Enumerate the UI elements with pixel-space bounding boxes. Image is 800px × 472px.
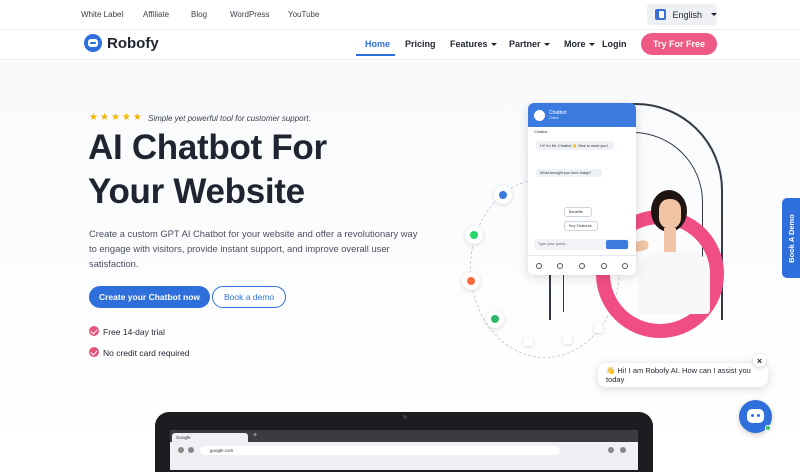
nav-item-partner[interactable]: Partner — [509, 39, 550, 49]
send-icon — [606, 240, 628, 249]
more-icon — [622, 262, 629, 269]
chat-greeting-popup[interactable]: 👋 Hi! I am Robofy AI. How can I assist y… — [598, 363, 768, 387]
chevron-down-icon — [490, 43, 497, 47]
gmail-icon — [524, 337, 533, 346]
chat-message-greeting: Hi! I'm Mr. Chatbot 👋 Nice to meet you! — [536, 141, 614, 150]
close-icon[interactable]: × — [753, 354, 766, 367]
book-a-demo-side-tab[interactable]: Book A Demo — [782, 198, 800, 278]
create-chatbot-button[interactable]: Create your Chatbot now — [89, 286, 210, 308]
feature-free-trial: Free 14-day trial — [103, 327, 165, 337]
robot-icon — [747, 409, 764, 423]
back-icon — [178, 447, 184, 453]
message-icon — [557, 262, 564, 269]
top-link-blog[interactable]: Blog — [191, 10, 207, 19]
robot-logo-icon — [84, 34, 102, 52]
chat-option-benefits: Benefits — [564, 207, 592, 217]
online-status-dot — [765, 425, 771, 431]
new-tab-icon: + — [253, 432, 258, 439]
chat-channel-icon — [494, 186, 512, 204]
woman-face — [659, 199, 681, 229]
extension-icon — [608, 447, 614, 453]
app-icon — [594, 324, 603, 333]
nav-item-home[interactable]: Home — [365, 39, 390, 49]
brand-name: Robofy — [107, 34, 159, 52]
chat-option-key-features: Key Features — [564, 221, 598, 231]
chat-icon — [535, 262, 542, 269]
nav-item-pricing[interactable]: Pricing — [405, 39, 436, 49]
chat-greeting-message: 👋 Hi! I am Robofy AI. How can I assist y… — [606, 366, 751, 384]
star-icon: ★ — [110, 112, 120, 123]
chatbot-launcher-button[interactable] — [739, 400, 772, 433]
chevron-down-icon — [711, 13, 717, 16]
check-icon — [89, 326, 99, 336]
messenger-icon — [563, 335, 572, 344]
integration-icon — [462, 272, 480, 290]
active-nav-indicator — [356, 54, 395, 56]
star-icon: ★ — [89, 112, 98, 123]
chatbot-preview-status: Online — [549, 116, 560, 120]
translate-icon — [655, 9, 667, 20]
woman-neck — [664, 228, 676, 254]
chevron-down-icon — [543, 43, 550, 47]
main-navigation: Robofy Home Pricing Features Partner Mor… — [0, 30, 800, 60]
rating-stars: ★ ★ ★ ★ ★ — [89, 113, 142, 123]
nav-item-more-label: More — [564, 39, 586, 49]
book-demo-button[interactable]: Book a demo — [212, 286, 286, 308]
chevron-down-icon — [588, 43, 595, 47]
language-selector[interactable]: English — [647, 4, 717, 25]
whatsapp-icon — [578, 262, 585, 269]
nav-item-partner-label: Partner — [509, 39, 541, 49]
book-a-demo-side-tab-label: Book A Demo — [786, 213, 796, 263]
brand-logo[interactable]: Robofy — [84, 34, 159, 52]
chatbot-preview-window: Chatbot Online Chatbot Hi! I'm Mr. Chatb… — [528, 103, 636, 275]
chat-sender-label: Chatbot — [534, 130, 548, 134]
try-for-free-button[interactable]: Try For Free — [641, 33, 717, 55]
chatbot-preview-header: Chatbot Online — [528, 103, 636, 127]
browser-address-bar: google.com — [200, 446, 560, 455]
phone-icon — [600, 262, 607, 269]
menu-icon — [620, 447, 626, 453]
hero-description: Create a custom GPT AI Chatbot for your … — [89, 228, 418, 269]
top-utility-bar: White Label Affiliate Blog WordPress You… — [0, 0, 800, 30]
hero-title-line-2: Your Website — [88, 172, 305, 211]
nav-item-features-label: Features — [450, 39, 488, 49]
top-link-wordpress[interactable]: WordPress — [230, 10, 269, 19]
top-link-youtube[interactable]: YouTube — [288, 10, 319, 19]
hero-tagline: Simple yet powerful tool for customer su… — [148, 114, 311, 123]
nav-item-features[interactable]: Features — [450, 39, 497, 49]
nav-item-more[interactable]: More — [564, 39, 595, 49]
star-icon: ★ — [121, 112, 131, 123]
bot-avatar-icon — [534, 109, 545, 121]
whatsapp-icon — [465, 226, 483, 244]
chat-preview-footer — [528, 255, 636, 275]
star-icon: ★ — [132, 112, 142, 123]
woman-body — [638, 252, 710, 314]
top-link-affiliate[interactable]: Affiliate — [143, 10, 169, 19]
top-link-white-label[interactable]: White Label — [81, 10, 123, 19]
browser-tab: Google — [172, 433, 248, 442]
refresh-icon — [188, 447, 194, 453]
chat-message-question: What brought you here today? — [536, 169, 602, 177]
check-icon — [89, 347, 99, 357]
feature-no-credit-card: No credit card required — [103, 348, 190, 358]
star-icon: ★ — [99, 112, 109, 123]
language-label: English — [672, 9, 702, 20]
phone-icon — [486, 310, 504, 328]
hero-title-line-1: AI Chatbot For — [88, 128, 327, 167]
laptop-camera — [403, 415, 407, 419]
nav-item-login[interactable]: Login — [602, 39, 627, 49]
